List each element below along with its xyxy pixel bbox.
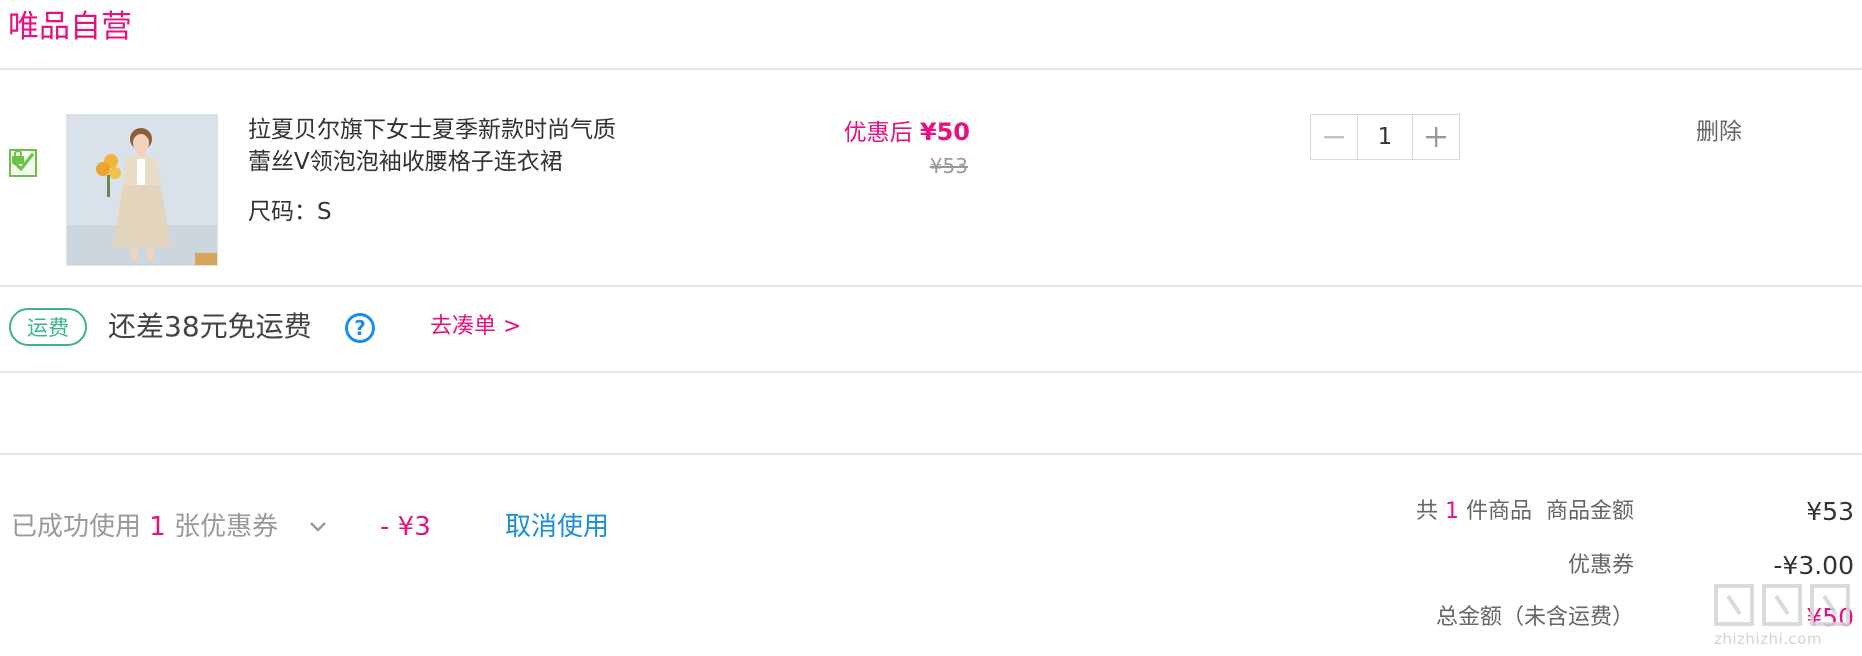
minus-icon	[1324, 136, 1344, 139]
price-after-amount: ¥50	[919, 118, 970, 146]
coupon-count: 1	[149, 512, 166, 542]
quantity-input[interactable]: 1	[1358, 115, 1412, 159]
spec-label: 尺码：	[248, 199, 317, 225]
free-shipping-message: 还差38元免运费	[108, 310, 312, 343]
spec-value: S	[317, 199, 332, 225]
coupon-prefix: 已成功使用	[11, 512, 142, 542]
divider	[0, 453, 1862, 455]
decrease-button[interactable]	[1311, 115, 1358, 159]
divider	[0, 371, 1862, 373]
quantity-stepper: 1	[1310, 114, 1460, 160]
add-on-link[interactable]: 去凑单 >	[430, 311, 521, 343]
product-spec: 尺码：S	[248, 196, 332, 228]
price-original: ¥53	[929, 154, 968, 178]
coupon-suffix: 张优惠券	[174, 512, 279, 542]
items-count: 1	[1445, 499, 1459, 524]
items-suffix: 件商品 商品金额	[1466, 499, 1634, 524]
item-checkbox[interactable]	[9, 149, 37, 177]
coupon-applied-text: 已成功使用 1 张优惠券	[11, 508, 278, 546]
delete-button[interactable]: 删除	[1696, 116, 1742, 148]
divider	[0, 285, 1862, 287]
price-after-label: 优惠后	[843, 120, 913, 146]
shipping-badge: 运费	[9, 308, 87, 346]
watermark-logo: zhizhizhi.com	[1710, 578, 1860, 650]
goods-amount: ¥53	[1806, 497, 1854, 526]
store-title: 唯品自营	[8, 9, 132, 45]
plus-icon	[1426, 127, 1446, 147]
items-prefix: 共	[1415, 499, 1438, 524]
watermark-text: zhizhizhi.com	[1714, 630, 1822, 648]
cancel-coupon-button[interactable]: 取消使用	[505, 508, 609, 546]
summary-coupon-label: 优惠券	[1567, 553, 1634, 578]
chevron-down-icon[interactable]	[308, 520, 328, 534]
product-thumbnail[interactable]	[66, 114, 218, 266]
summary-total-label: 总金额（未含运费）	[1435, 605, 1634, 630]
watermark-glyphs	[1714, 584, 1850, 626]
price-after-discount: 优惠后 ¥50	[830, 116, 970, 149]
summary-goods-label: 共 1 件商品 商品金额	[1416, 494, 1634, 530]
help-icon[interactable]: ?	[345, 313, 375, 343]
increase-button[interactable]	[1412, 115, 1459, 159]
lock-icon	[12, 151, 24, 164]
divider	[0, 68, 1862, 70]
summary-goods-row: 共 1 件商品 商品金额 ¥53	[962, 494, 1862, 530]
product-name[interactable]: 拉夏贝尔旗下女士夏季新款时尚气质蕾丝V领泡泡袖收腰格子连衣裙	[248, 114, 628, 178]
coupon-discount: - ¥3	[380, 512, 431, 542]
product-photo	[67, 115, 217, 265]
